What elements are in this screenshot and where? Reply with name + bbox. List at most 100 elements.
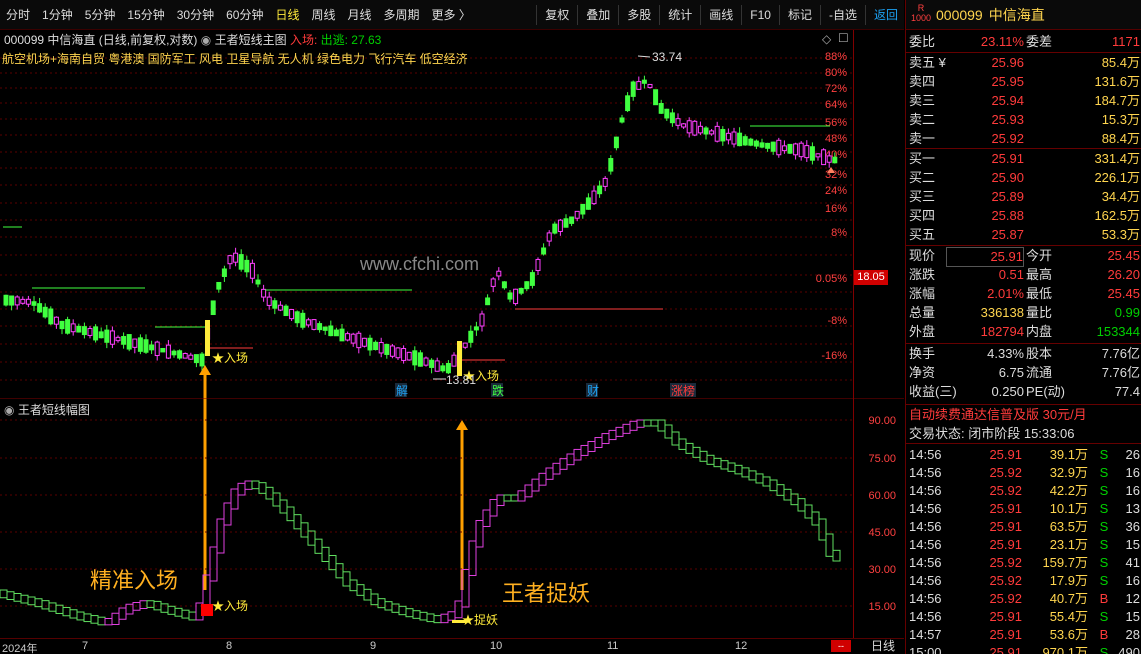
tick-row[interactable]: 14:56 25.91 55.4万 S 15: [906, 608, 1141, 626]
bid-row[interactable]: 买三 25.89 34.4万: [906, 188, 1141, 206]
candle-body: [311, 319, 317, 330]
settings-icon[interactable]: ◉: [4, 403, 14, 417]
toolbar-button[interactable]: 返回: [868, 0, 904, 30]
toolbar-button[interactable]: F10: [744, 0, 777, 30]
period-tab[interactable]: 5分钟: [79, 0, 122, 30]
bid-row[interactable]: 买四 25.88 162.5万: [906, 207, 1141, 225]
period-tab[interactable]: 日线: [269, 0, 305, 30]
date-label: 8: [226, 640, 233, 652]
period-tab[interactable]: 更多 〉: [426, 0, 477, 30]
tick-row[interactable]: 14:56 25.91 63.5万 S 36: [906, 518, 1141, 536]
toolbar-button[interactable]: 叠加: [580, 0, 616, 30]
axis-tick-label: 48%: [825, 133, 847, 145]
period-tab[interactable]: 15分钟: [121, 0, 170, 30]
candle-body: [143, 339, 149, 353]
candle-body: [322, 326, 328, 331]
stat-row: 净资 6.75 流通 7.76亿: [909, 365, 1140, 380]
bid-row[interactable]: 买一 25.91 331.4万: [906, 150, 1141, 168]
period-tab[interactable]: 60分钟: [220, 0, 269, 30]
tick-row[interactable]: 14:56 25.91 39.1万 S 26: [906, 446, 1141, 464]
indicator-step: [62, 606, 71, 617]
tick-row[interactable]: 14:56 25.92 32.9万 S 16: [906, 464, 1141, 482]
ask-row[interactable]: 卖一 25.92 88.4万: [906, 130, 1141, 148]
candle-body: [378, 342, 384, 354]
tick-row[interactable]: 14:56 25.92 159.7万 S 41: [906, 554, 1141, 572]
period-tab[interactable]: 周线: [305, 0, 341, 30]
ask-row[interactable]: 卖二 25.93 15.3万: [906, 111, 1141, 129]
ask-row[interactable]: 卖五 ¥25.96 85.4万: [906, 54, 1141, 72]
toolbar-button[interactable]: 统计: [662, 0, 698, 30]
period-tab[interactable]: 30分钟: [171, 0, 220, 30]
candle-body: [787, 143, 793, 154]
candle-body: [731, 131, 737, 145]
event-label: 跌: [492, 383, 504, 398]
candle-body: [546, 232, 552, 242]
ask-row[interactable]: 卖四 25.95 131.6万: [906, 73, 1141, 91]
period-tab[interactable]: 1分钟: [36, 0, 79, 30]
indicator-step: [405, 608, 414, 618]
bid-row[interactable]: 买五 25.87 53.3万: [906, 226, 1141, 244]
chart-stock-code: 000099: [4, 33, 45, 47]
indicator-name[interactable]: 王者短线主图: [215, 33, 287, 47]
indicator-step: [727, 462, 736, 472]
period-tab[interactable]: 月线: [342, 0, 378, 30]
candle-body: [401, 348, 407, 361]
close-icon[interactable]: ☐: [838, 31, 849, 45]
indicator-step: [664, 424, 673, 439]
axis-tick-label: -8%: [827, 315, 847, 327]
candle-body: [238, 254, 244, 270]
candle-body: [692, 120, 698, 136]
indicator-step: [741, 467, 750, 478]
settings-icon[interactable]: ◉: [201, 33, 211, 47]
date-label: 9: [370, 640, 377, 652]
candle-body: [406, 351, 412, 361]
bid-row[interactable]: 买二 25.90 226.1万: [906, 169, 1141, 187]
candle-body: [826, 155, 832, 163]
toolbar-button[interactable]: 多股: [621, 0, 657, 30]
tick-row[interactable]: 14:57 25.91 53.6万 B 28: [906, 626, 1141, 644]
toolbar-button[interactable]: 画线: [703, 0, 739, 30]
ask-row[interactable]: 卖三 25.94 184.7万: [906, 92, 1141, 110]
indicator-step: [447, 611, 456, 621]
period-tab[interactable]: 多周期: [378, 0, 426, 30]
candle-body: [193, 354, 199, 364]
tick-row[interactable]: 14:56 25.92 42.2万 S 16: [906, 482, 1141, 500]
tick-row[interactable]: 14:56 25.92 17.9万 S 16: [906, 572, 1141, 590]
tick-row[interactable]: 14:56 25.92 40.7万 B 12: [906, 590, 1141, 608]
candle-body: [389, 345, 395, 357]
indicator-step: [650, 419, 659, 427]
tick-row[interactable]: 14:56 25.91 10.1万 S 13: [906, 500, 1141, 518]
concept-tags[interactable]: 航空机场+海南自贸 粤港澳 国防军工 风电 卫星导航 无人机 绿色电力 飞行汽车…: [2, 50, 468, 67]
toolbar-button[interactable]: 标记: [782, 0, 818, 30]
period-tab[interactable]: 分时: [0, 0, 36, 30]
tick-row[interactable]: 15:00 25.91 970.1万 S 490: [906, 644, 1141, 654]
toolbar-button[interactable]: 复权: [539, 0, 575, 30]
tick-row[interactable]: 14:56 25.91 23.1万 S 15: [906, 536, 1141, 554]
candle-body: [479, 313, 485, 327]
indicator-step: [174, 607, 183, 617]
axis-tick-label: -16%: [821, 350, 847, 362]
candle-body: [669, 112, 675, 124]
indicator-step: [279, 499, 288, 514]
candle-body: [305, 319, 311, 326]
candle-body: [501, 281, 507, 289]
candle-body: [345, 333, 351, 341]
candle-body: [266, 296, 272, 306]
low-price-label: 13.81: [446, 373, 476, 387]
candle-body: [294, 311, 300, 324]
axis-tick-label: 8%: [831, 227, 847, 239]
toolbar-button[interactable]: -自选: [823, 0, 863, 30]
indicator-step: [475, 520, 484, 548]
candle-body: [709, 130, 715, 135]
promo-banner[interactable]: 自动续费通达信普及版 30元/月: [906, 406, 1141, 424]
diamond-icon[interactable]: ◇: [822, 32, 831, 46]
period-button[interactable]: 日线: [862, 638, 904, 654]
candle-body: [557, 219, 563, 232]
indicator-step: [832, 549, 841, 562]
candle-body: [468, 330, 474, 343]
red-indicator-box[interactable]: --: [831, 640, 851, 652]
candle-body: [233, 252, 239, 263]
subchart-title-bar: ◉ 王者短线幅图: [4, 401, 90, 418]
sub-indicator-chart[interactable]: 90.00 75.00 60.00 45.00 30.00 15.00 ★入场 ★捉妖 精准入场…: [0, 398, 904, 638]
candle-body: [104, 329, 110, 343]
